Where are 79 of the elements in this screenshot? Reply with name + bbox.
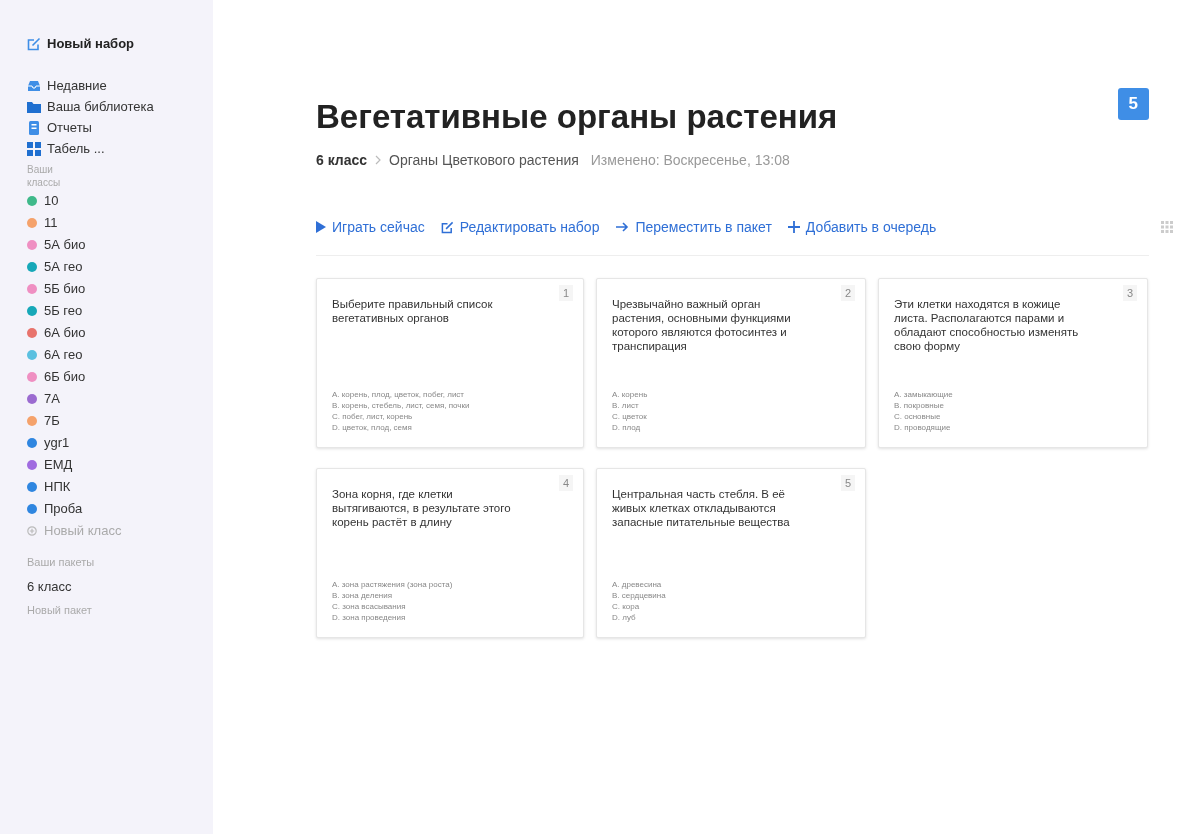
answer-option: D. плод: [612, 422, 850, 433]
question-text: Зона корня, где клетки вытягиваются, в результате этого корень растёт в длину: [332, 486, 512, 530]
question-number: 1: [558, 284, 573, 301]
answer-option: D. зона проведения: [332, 612, 568, 623]
sidebar-item[interactable]: Недавние: [27, 75, 213, 97]
action-link[interactable]: Переместить в пакет: [615, 216, 772, 238]
play-icon: [316, 221, 326, 233]
class-item[interactable]: 10: [27, 189, 213, 212]
page-title: Вегетативные органы растения: [316, 97, 838, 137]
class-item[interactable]: 6Б био: [27, 365, 213, 388]
answer-option: B. сердцевина: [612, 590, 850, 601]
answer-option: A. замыкающие: [894, 389, 1132, 400]
folder-icon: [27, 101, 41, 113]
answer-option: D. проводящие: [894, 422, 1132, 433]
edit-icon: [27, 36, 41, 51]
answer-option: C. основные: [894, 411, 1132, 422]
action-link[interactable]: Редактировать набор: [440, 216, 600, 238]
plus-icon: [787, 221, 800, 233]
question-number: 3: [1122, 284, 1137, 301]
document-icon: [29, 121, 39, 135]
pack-item[interactable]: 6 класс: [27, 576, 213, 598]
question-text: Эти клетки находятся в кожице листа. Располагаются парами и обладают способностью изменять свою форму: [894, 296, 1080, 354]
answer-option: D. цветок, плод, семя: [332, 422, 568, 433]
question-text: Выберите правильный список вегетативных органов: [332, 296, 494, 326]
answer-option: A. древесина: [612, 579, 850, 590]
section-label: Ваши пакеты: [27, 554, 96, 570]
question-card[interactable]: 5 Центральная часть стебля. В её живых клетках откладываются запасные питательные вещества A. древесина B. сердцевина C. кора D. луб: [596, 467, 866, 638]
answer-option: A. корень: [612, 389, 850, 400]
answer-option: C. кора: [612, 601, 850, 612]
answer-option: B. корень, стебель, лист, семя, почки: [332, 400, 568, 411]
class-item[interactable]: ygr1: [27, 431, 213, 454]
question-card[interactable]: 4 Зона корня, где клетки вытягиваются, в результате этого корень растёт в длину A. зона растяжения (зона роста) B. зона деления C. зона всасывания D. зона проведения: [316, 467, 584, 638]
sidebar-item[interactable]: Отчеты: [27, 117, 213, 139]
answer-option: B. зона деления: [332, 590, 568, 601]
answer-option: B. покровные: [894, 400, 1132, 411]
action-link[interactable]: Играть сейчас: [316, 216, 425, 238]
breadcrumb-link[interactable]: Органы Цветкового растения: [389, 149, 579, 171]
class-item[interactable]: 7А: [27, 387, 213, 410]
class-item[interactable]: 11: [27, 211, 213, 234]
answer-option: D. луб: [612, 612, 850, 623]
answer-option: A. зона растяжения (зона роста): [332, 579, 568, 590]
answer-option: B. лист: [612, 400, 850, 411]
plus-icon: [27, 525, 37, 536]
class-item[interactable]: 5А гео: [27, 255, 213, 278]
question-text: Чрезвычайно важный орган растения, основными функциями которого являются фотосинтез и транспирация: [612, 296, 792, 354]
question-text: Центральная часть стебля. В её живых клетках откладываются запасные питательные вещества: [612, 486, 791, 530]
sidebar-item[interactable]: Ваша библиотека: [27, 96, 213, 118]
question-number: 5: [840, 474, 855, 491]
class-item[interactable]: 5Б био: [27, 277, 213, 300]
class-item[interactable]: 5А био: [27, 233, 213, 256]
class-item[interactable]: 5Б гео: [27, 299, 213, 322]
answer-option: C. цветок: [612, 411, 850, 422]
arrow-right-icon: [615, 221, 630, 233]
count-badge: 5: [1117, 88, 1149, 120]
question-card[interactable]: 1 Выберите правильный список вегетативных органов A. корень, плод, цветок, побег, лист B. корень, стебель, лист, семя, почки C. побег, лист, корень D. цветок, плод, семя: [316, 277, 584, 448]
grid-icon: [27, 142, 41, 156]
grid-view-icon[interactable]: [1161, 220, 1173, 233]
breadcrumb-link[interactable]: 6 класс: [316, 149, 368, 171]
question-number: 2: [840, 284, 855, 301]
chevron-icon: [375, 155, 382, 165]
class-item[interactable]: НПК: [27, 475, 213, 498]
class-item[interactable]: 6А гео: [27, 343, 213, 366]
answer-option: A. корень, плод, цветок, побег, лист: [332, 389, 568, 400]
action-link[interactable]: Добавить в очередь: [787, 216, 937, 238]
question-card[interactable]: 3 Эти клетки находятся в кожице листа. Располагаются парами и обладают способностью изменять свою форму A. замыкающие B. покровные C. основные D. проводящие: [878, 277, 1148, 448]
class-item[interactable]: ЕМД: [27, 453, 213, 476]
section-label: Ваши классы: [27, 162, 62, 189]
class-item[interactable]: 6А био: [27, 321, 213, 344]
class-item[interactable]: Проба: [27, 497, 213, 520]
question-card[interactable]: 2 Чрезвычайно важный орган растения, основными функциями которого являются фотосинтез и транспирация A. корень B. лист C. цветок D. плод: [596, 277, 866, 448]
new-set-link[interactable]: Новый набор: [27, 34, 213, 54]
answer-option: C. зона всасывания: [332, 601, 568, 612]
class-item[interactable]: 7Б: [27, 409, 213, 432]
inbox-icon: [27, 80, 41, 92]
modified-date: Изменено: Воскресенье, 13:08: [590, 150, 790, 170]
sidebar-item[interactable]: Табель ...: [27, 138, 213, 160]
question-number: 4: [558, 474, 573, 491]
edit-icon: [440, 220, 454, 234]
answer-option: C. побег, лист, корень: [332, 411, 568, 422]
